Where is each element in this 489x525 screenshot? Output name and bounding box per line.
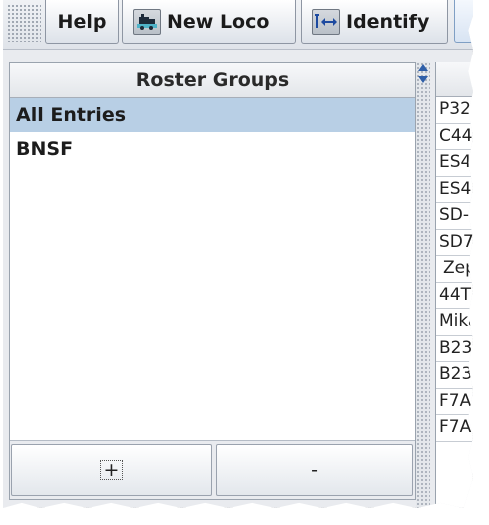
- roster-groups-header: Roster Groups: [10, 63, 415, 98]
- window-frame: Help New Loco Identify Roster Groups All…: [3, 0, 473, 508]
- new-loco-label: New Loco: [167, 10, 270, 33]
- help-label: Help: [57, 10, 107, 33]
- roster-table: P32 C44 ES4 ES4 SD- SD7 Zep 44T Mika B23…: [435, 62, 473, 508]
- table-row[interactable]: 44T: [436, 283, 473, 309]
- group-item-bnsf[interactable]: BNSF: [10, 132, 415, 166]
- table-row[interactable]: Mika: [436, 309, 473, 336]
- group-item-all-entries[interactable]: All Entries: [10, 98, 415, 132]
- table-row[interactable]: SD-: [436, 203, 473, 230]
- table-row[interactable]: SD7: [436, 230, 473, 256]
- locomotive-icon: [133, 8, 161, 35]
- table-row[interactable]: F7A: [436, 415, 473, 442]
- toolbar-overflow-button[interactable]: [454, 0, 473, 43]
- roster-table-header: [436, 62, 473, 97]
- toolbar: Help New Loco Identify: [3, 0, 473, 50]
- table-row[interactable]: B23: [436, 362, 473, 389]
- identify-label: Identify: [346, 10, 430, 33]
- add-group-button[interactable]: +: [11, 444, 212, 496]
- remove-group-label: -: [311, 459, 318, 481]
- help-button[interactable]: Help: [45, 0, 119, 44]
- collapse-left-icon[interactable]: [418, 64, 428, 71]
- group-buttons-bar: + -: [10, 440, 415, 499]
- table-row[interactable]: F7A: [436, 389, 473, 415]
- new-loco-button[interactable]: New Loco: [122, 0, 296, 44]
- identify-button[interactable]: Identify: [301, 0, 448, 44]
- split-pane-divider[interactable]: [416, 62, 430, 508]
- table-row[interactable]: ES4: [436, 177, 473, 203]
- identify-arrows-icon: [312, 8, 340, 35]
- table-row[interactable]: P32: [436, 97, 473, 124]
- table-row[interactable]: Zep: [436, 256, 473, 283]
- table-row[interactable]: B23: [436, 336, 473, 362]
- remove-group-button[interactable]: -: [216, 444, 413, 496]
- table-row[interactable]: ES4: [436, 150, 473, 177]
- table-row[interactable]: C44: [436, 124, 473, 150]
- add-group-label: +: [99, 460, 124, 480]
- toolbar-grip[interactable]: [7, 4, 41, 42]
- roster-groups-panel: Roster Groups All Entries BNSF + -: [9, 62, 416, 500]
- expand-right-icon[interactable]: [418, 76, 428, 83]
